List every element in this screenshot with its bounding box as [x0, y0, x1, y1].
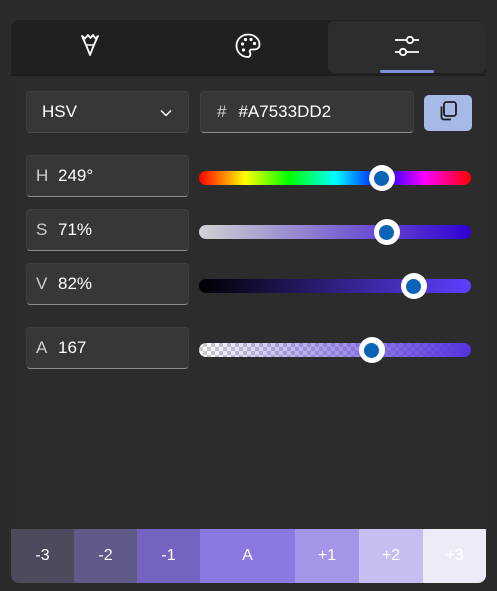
value-value: 82% — [58, 274, 93, 293]
hex-value: #A7533DD2 — [238, 102, 332, 121]
value-slider[interactable] — [199, 279, 471, 293]
swatch-label: A — [242, 547, 253, 564]
tab-palette[interactable] — [169, 20, 327, 76]
swatch-minus-2[interactable]: -2 — [74, 529, 137, 583]
saturation-slider-thumb[interactable] — [373, 219, 400, 245]
hue-value: 249° — [58, 166, 94, 185]
copy-button[interactable] — [424, 95, 472, 131]
saturation-value: 71% — [58, 220, 93, 239]
swatch-plus-3[interactable]: +3 — [423, 529, 486, 583]
alpha-slider[interactable] — [199, 343, 471, 357]
swatch-plus-2[interactable]: +2 — [359, 529, 423, 583]
swatch-label: -1 — [161, 547, 176, 564]
hue-label: H — [36, 166, 49, 185]
tab-eyedropper[interactable] — [11, 20, 169, 76]
hue-field[interactable]: H 249° — [26, 155, 189, 197]
hue-slider-thumb[interactable] — [368, 165, 395, 191]
swatch-label: -2 — [98, 547, 113, 564]
color-mode-value: HSV — [42, 102, 77, 121]
tab-sliders[interactable] — [328, 20, 486, 76]
value-label: V — [36, 274, 48, 293]
swatch-label: +1 — [317, 547, 337, 564]
color-mode-dropdown[interactable]: HSV — [26, 91, 189, 133]
saturation-slider[interactable] — [199, 225, 471, 239]
palette-icon — [234, 32, 262, 65]
saturation-label: S — [36, 220, 48, 239]
tab-bar — [11, 20, 486, 76]
value-field[interactable]: V 82% — [26, 263, 189, 305]
hue-slider[interactable] — [199, 171, 471, 185]
alpha-field[interactable]: A 167 — [26, 327, 189, 369]
swatch-label: +3 — [445, 547, 464, 564]
hex-prefix: # — [217, 102, 227, 121]
alpha-label: A — [36, 338, 48, 357]
swatch-label: -3 — [35, 547, 50, 564]
active-tab-indicator — [380, 70, 434, 73]
swatch-minus-3[interactable]: -3 — [11, 529, 74, 583]
swatch-minus-1[interactable]: -1 — [137, 529, 200, 583]
sliders-icon — [393, 33, 421, 64]
chevron-down-icon — [160, 102, 172, 122]
swatch-label: +2 — [381, 547, 401, 564]
saturation-field[interactable]: S 71% — [26, 209, 189, 251]
alpha-value: 167 — [58, 338, 87, 357]
color-picker-panel: HSV # #A7533DD2 H 249° S 71% V 82% A 167 — [11, 20, 486, 583]
value-slider-thumb[interactable] — [400, 273, 427, 299]
swatch-current[interactable]: A — [200, 529, 295, 583]
swatch-plus-1[interactable]: +1 — [295, 529, 359, 583]
eyedropper-icon — [79, 33, 101, 64]
hex-input[interactable]: # #A7533DD2 — [200, 91, 414, 133]
alpha-slider-thumb[interactable] — [358, 337, 385, 363]
copy-icon — [436, 99, 460, 128]
shade-swatch-row: -3 -2 -1 A +1 +2 +3 — [11, 529, 486, 583]
